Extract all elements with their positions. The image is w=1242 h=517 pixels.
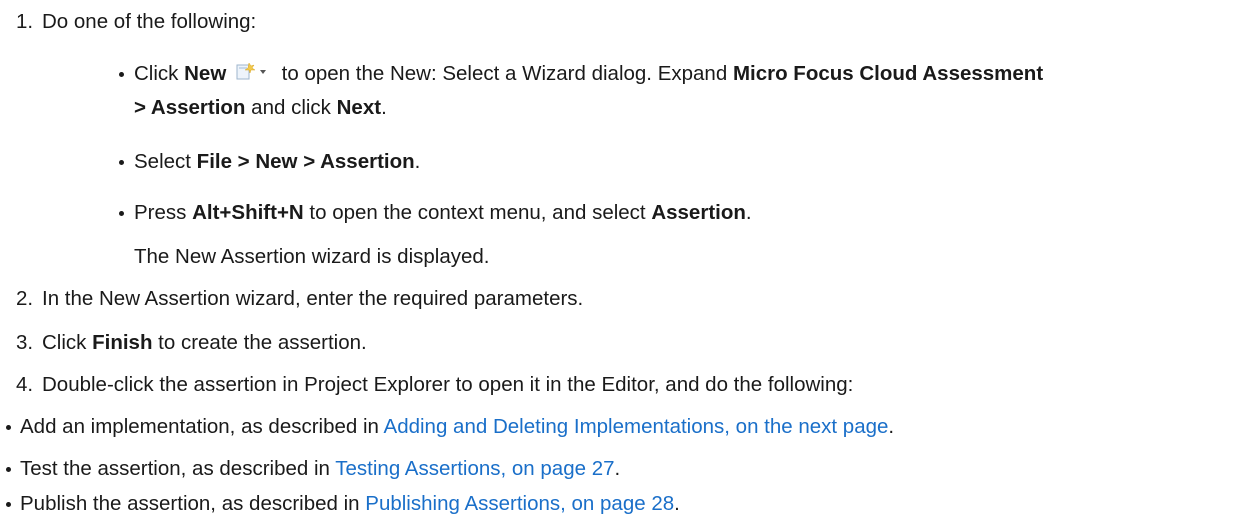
step-4-text: Double-click the assertion in Project Ex… xyxy=(42,373,854,396)
step-4-number: 4. xyxy=(16,373,34,396)
assertion-label: Assertion xyxy=(651,201,746,224)
bullet-marker xyxy=(119,72,124,77)
testing-assertions-link[interactable]: Testing Assertions, on page 27 xyxy=(335,457,614,480)
new-label: New xyxy=(184,62,227,85)
file-new-assertion-path: File > New > Assertion xyxy=(196,150,415,173)
assertion-path-label: > Assertion xyxy=(134,96,246,119)
finish-label: Finish xyxy=(92,331,153,354)
add-implementation-item: Add an implementation, as described in A… xyxy=(20,415,895,438)
step-3-number: 3. xyxy=(16,331,34,354)
bullet-click-new: Click New to open the New: Select a Wiza… xyxy=(134,62,1044,85)
bullet-click-new-continued: > Assertion and click Next. xyxy=(134,96,387,119)
shortcut-keys: Alt+Shift+N xyxy=(192,201,304,224)
bullet-press-shortcut: Press Alt+Shift+N to open the context me… xyxy=(134,201,752,224)
step-1-text: Do one of the following: xyxy=(42,10,257,33)
step-3-text: Click Finish to create the assertion. xyxy=(42,331,367,354)
test-assertion-item: Test the assertion, as described in Test… xyxy=(20,457,621,480)
bullet-marker xyxy=(119,211,124,216)
new-wizard-icon[interactable] xyxy=(234,62,274,82)
bullet-marker xyxy=(119,160,124,165)
publishing-assertions-link[interactable]: Publishing Assertions, on page 28 xyxy=(365,492,674,515)
bullet-marker xyxy=(6,502,11,507)
step-1-number: 1. xyxy=(16,10,34,33)
micro-focus-cloud-assessment-label: Micro Focus Cloud Assessment xyxy=(732,62,1044,85)
step-2-text: In the New Assertion wizard, enter the r… xyxy=(42,287,584,310)
step-2-number: 2. xyxy=(16,287,34,310)
bullet-select-file-menu: Select File > New > Assertion. xyxy=(134,150,421,173)
adding-deleting-implementations-link[interactable]: Adding and Deleting Implementations, on … xyxy=(384,415,889,438)
wizard-displayed-note: The New Assertion wizard is displayed. xyxy=(134,245,490,268)
bullet-marker xyxy=(6,425,11,430)
next-label: Next xyxy=(336,96,382,119)
publish-assertion-item: Publish the assertion, as described in P… xyxy=(20,492,680,515)
bullet-marker xyxy=(6,467,11,472)
